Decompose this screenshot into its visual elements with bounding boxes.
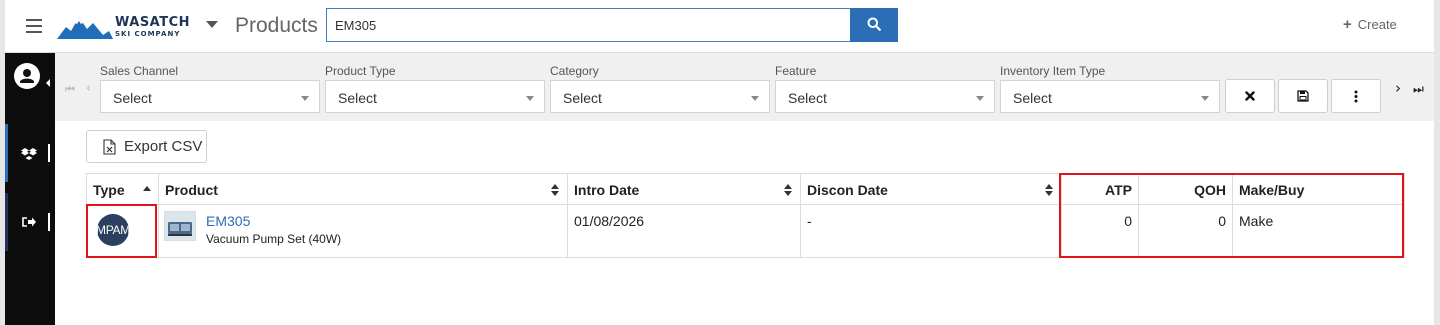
- user-icon: [20, 69, 34, 83]
- sales-channel-select[interactable]: Select: [100, 80, 320, 113]
- select-value: Select: [338, 90, 377, 106]
- more-options-button[interactable]: [1331, 79, 1381, 113]
- sidebar-item-sign-out[interactable]: [5, 193, 55, 251]
- column-header-type[interactable]: Type: [87, 174, 159, 205]
- sidebar-collapse-caret-icon[interactable]: [46, 79, 50, 87]
- page-switcher-caret-icon[interactable]: [206, 21, 218, 28]
- brand-logo[interactable]: WASATCH SKI COMPANY: [57, 13, 190, 41]
- sidebar-divider: [48, 144, 50, 162]
- brand-subtitle: SKI COMPANY: [115, 30, 181, 38]
- sign-out-icon: [22, 217, 36, 227]
- sort-icon[interactable]: [551, 184, 559, 196]
- column-header-make-buy[interactable]: Make/Buy: [1233, 174, 1404, 205]
- column-header-discon-date[interactable]: Discon Date: [801, 174, 1062, 205]
- filter-label: Feature: [775, 64, 817, 78]
- product-thumbnail: [164, 211, 196, 241]
- save-filters-button[interactable]: [1278, 79, 1328, 113]
- caret-down-icon: [301, 96, 309, 101]
- search-icon: [867, 17, 881, 31]
- sort-asc-icon[interactable]: [143, 186, 151, 191]
- last-page-icon[interactable]: ⏭: [1413, 82, 1424, 97]
- sidebar-item-dropbox[interactable]: [5, 124, 55, 182]
- more-vertical-icon: [1354, 90, 1358, 102]
- brand-name: WASATCH: [115, 15, 191, 30]
- cell-atp: 0: [1062, 205, 1139, 258]
- hamburger-icon[interactable]: [26, 19, 42, 33]
- export-csv-button[interactable]: Export CSV: [86, 130, 207, 163]
- window-right-edge: [1434, 0, 1440, 325]
- clear-filters-button[interactable]: [1225, 79, 1275, 113]
- save-icon: [1297, 90, 1309, 102]
- cell-make-buy: Make: [1239, 213, 1274, 229]
- user-avatar[interactable]: [14, 63, 40, 89]
- cell-discon-date: -: [801, 205, 1062, 258]
- next-page-icon[interactable]: ›: [1395, 79, 1401, 97]
- export-csv-label: Export CSV: [124, 138, 203, 155]
- sidebar-divider: [48, 213, 50, 231]
- mountain-logo-icon: [57, 17, 113, 39]
- product-link[interactable]: EM305: [206, 213, 250, 229]
- search-button[interactable]: [850, 8, 898, 42]
- cell-intro-date: 01/08/2026: [568, 205, 801, 258]
- sidebar: [5, 53, 55, 325]
- filter-bar: ⏮ ‹ Sales Channel Select Product Type Se…: [55, 53, 1434, 121]
- filter-label: Product Type: [325, 64, 396, 78]
- page-title: Products: [235, 14, 318, 37]
- inventory-item-type-select[interactable]: Select: [1000, 80, 1220, 113]
- column-header-qoh[interactable]: QOH: [1139, 174, 1233, 205]
- sort-icon[interactable]: [784, 184, 792, 196]
- caret-down-icon: [976, 96, 984, 101]
- column-header-label: Intro Date: [574, 182, 640, 198]
- sidebar-accent: [5, 193, 8, 251]
- search-input[interactable]: [326, 8, 850, 42]
- column-header-label: Product: [165, 182, 218, 198]
- filter-label: Category: [550, 64, 599, 78]
- feature-select[interactable]: Select: [775, 80, 995, 113]
- column-header-label: Type: [93, 182, 125, 198]
- column-header-intro-date[interactable]: Intro Date: [568, 174, 801, 205]
- category-select[interactable]: Select: [550, 80, 770, 113]
- create-label: Create: [1357, 17, 1397, 32]
- select-value: Select: [788, 90, 827, 106]
- filter-label: Sales Channel: [100, 64, 179, 78]
- select-value: Select: [563, 90, 602, 106]
- dropbox-icon: [21, 148, 37, 160]
- product-type-select[interactable]: Select: [325, 80, 545, 113]
- first-page-icon[interactable]: ⏮: [65, 83, 75, 97]
- sort-icon[interactable]: [1045, 184, 1053, 196]
- product-description: Vacuum Pump Set (40W): [206, 232, 342, 246]
- caret-down-icon: [526, 96, 534, 101]
- filter-label: Inventory Item Type: [1000, 64, 1106, 78]
- column-header-atp[interactable]: ATP: [1062, 174, 1139, 205]
- product-image: [165, 212, 195, 240]
- app-frame: WASATCH SKI COMPANY Products + Create: [0, 0, 1440, 325]
- product-type-badge: MPAM: [97, 214, 129, 246]
- caret-down-icon: [1201, 96, 1209, 101]
- select-value: Select: [1013, 90, 1052, 106]
- select-value: Select: [113, 90, 152, 106]
- caret-down-icon: [751, 96, 759, 101]
- prev-page-icon[interactable]: ‹: [86, 81, 91, 96]
- column-header-label: Discon Date: [807, 182, 888, 198]
- csv-file-icon: [103, 138, 116, 155]
- cell-qoh: 0: [1139, 205, 1233, 258]
- sidebar-active-accent: [5, 124, 8, 182]
- top-header: WASATCH SKI COMPANY Products + Create: [5, 0, 1434, 53]
- column-header-product[interactable]: Product: [159, 174, 568, 205]
- close-icon: [1245, 91, 1255, 101]
- plus-icon: +: [1343, 16, 1352, 33]
- products-table: Type Product Intro Date Discon Date ATP …: [86, 173, 1405, 258]
- create-button[interactable]: + Create: [1343, 16, 1397, 33]
